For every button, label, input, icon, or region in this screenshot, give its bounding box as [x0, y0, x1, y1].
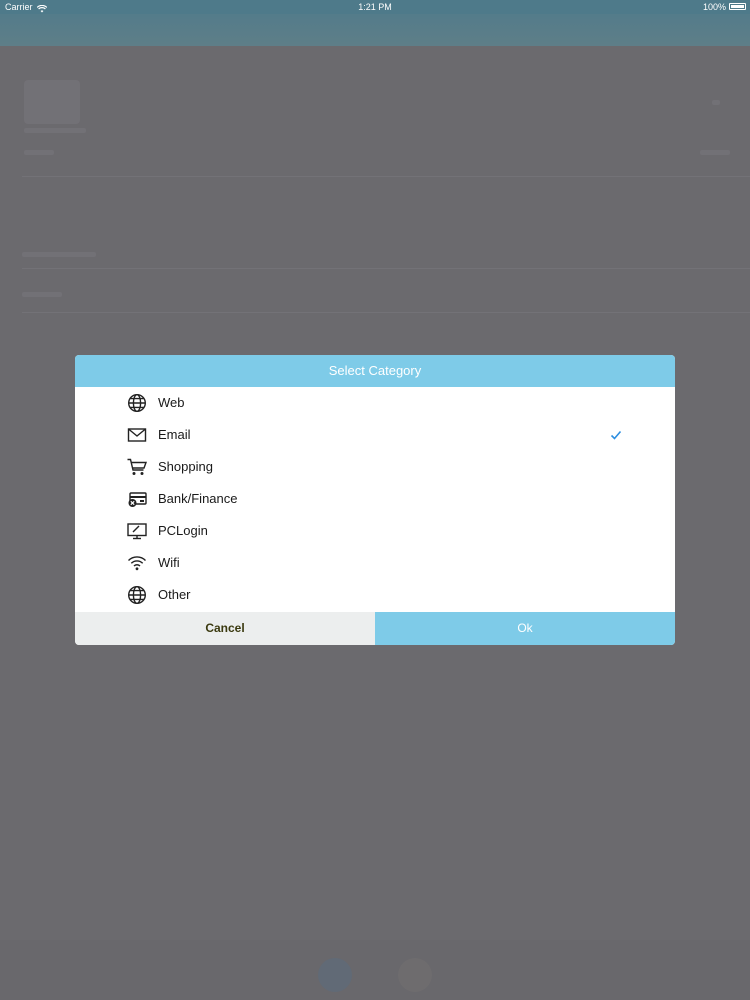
category-label: Other: [158, 587, 191, 602]
background-tab-icon: [318, 958, 352, 992]
category-item-web[interactable]: Web: [75, 387, 675, 419]
background-tab-icon: [398, 958, 432, 992]
background-text-line: [22, 252, 96, 257]
wifi-icon: [127, 553, 147, 573]
category-label: Bank/Finance: [158, 491, 238, 506]
battery-icon: [729, 3, 746, 10]
checkmark-icon: [609, 428, 623, 442]
category-item-shopping[interactable]: Shopping: [75, 451, 675, 483]
category-item-other[interactable]: Other: [75, 579, 675, 611]
credit-card-icon: [127, 489, 147, 509]
select-category-dialog: Select Category Web Email Shopping Bank/…: [75, 355, 675, 645]
globe-icon: [127, 393, 147, 413]
category-label: Web: [158, 395, 185, 410]
category-label: Shopping: [158, 459, 213, 474]
background-divider: [22, 312, 750, 313]
background-text-line: [22, 292, 62, 297]
clock-label: 1:21 PM: [358, 2, 392, 12]
background-chevron: [712, 100, 720, 105]
category-label: PCLogin: [158, 523, 208, 538]
category-item-email[interactable]: Email: [75, 419, 675, 451]
category-item-pclogin[interactable]: PCLogin: [75, 515, 675, 547]
background-tabbar: [0, 940, 750, 1000]
globe-icon: [127, 585, 147, 605]
category-list: Web Email Shopping Bank/Finance PCLogin …: [75, 387, 675, 612]
background-divider: [22, 176, 750, 177]
dialog-title: Select Category: [75, 355, 675, 387]
ok-button[interactable]: Ok: [375, 612, 675, 645]
category-label: Email: [158, 427, 191, 442]
status-bar: Carrier 1:21 PM 100%: [0, 0, 750, 14]
background-thumbnail: [24, 80, 80, 124]
dialog-footer: Cancel Ok: [75, 612, 675, 645]
category-item-wifi[interactable]: Wifi: [75, 547, 675, 579]
background-text-line: [700, 150, 730, 155]
shopping-cart-icon: [127, 457, 147, 477]
background-divider: [22, 268, 750, 269]
cancel-button[interactable]: Cancel: [75, 612, 375, 645]
envelope-icon: [127, 425, 147, 445]
category-item-bank-finance[interactable]: Bank/Finance: [75, 483, 675, 515]
background-text-line: [24, 128, 86, 133]
category-label: Wifi: [158, 555, 180, 570]
battery-percent: 100%: [702, 2, 726, 12]
background-text-line: [24, 150, 54, 155]
monitor-icon: [127, 521, 147, 541]
